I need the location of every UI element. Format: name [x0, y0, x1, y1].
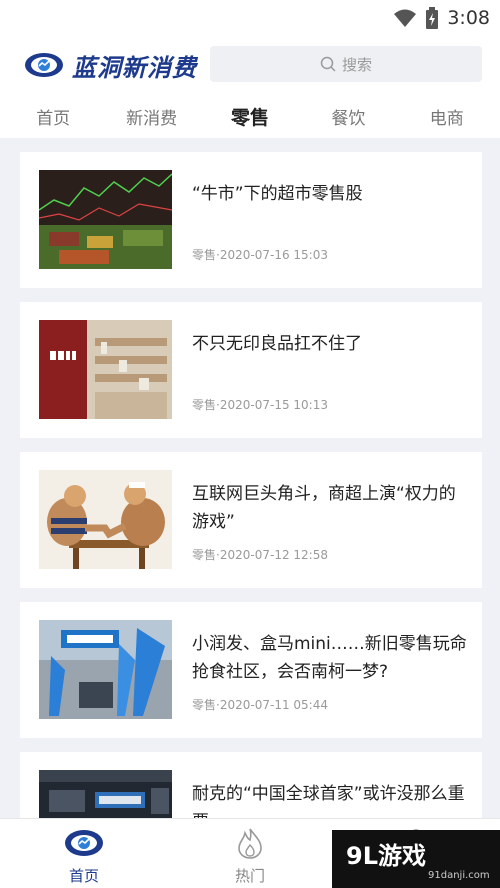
category-tabs: 首页 新消费 零售 餐饮 电商 [0, 98, 500, 134]
eye-logo-icon [65, 830, 103, 856]
article-card[interactable]: 不只无印良品扛不住了 零售·2020-07-15 10:13 [20, 302, 482, 438]
nav-hot-label: 热门 [234, 867, 265, 885]
battery-icon [426, 7, 439, 29]
watermark-banner: 9L游戏 91danji.com [332, 830, 500, 888]
logo-text: 蓝洞新消费 [72, 53, 197, 82]
tab-ecommerce[interactable]: 电商 [402, 104, 492, 129]
flame-icon [238, 828, 262, 859]
status-icons: 3:08 [393, 4, 490, 32]
article-meta: 零售·2020-07-16 15:03 [192, 246, 328, 263]
search-placeholder: 搜索 [341, 55, 372, 74]
article-category: 零售 [192, 548, 217, 562]
article-title: 不只无印良品扛不住了 [192, 334, 362, 354]
arm-wrestling-image [39, 470, 172, 569]
app-logo: 蓝洞新消费 [24, 50, 197, 82]
tab-home[interactable]: 首页 [8, 104, 98, 129]
article-meta: 零售·2020-07-11 05:44 [192, 696, 328, 713]
article-thumbnail [39, 620, 172, 719]
article-title: 小润发、盒马mini……新旧零售玩命抢食社区，会否南柯一梦? [192, 634, 467, 682]
article-card[interactable]: 互联网巨头角斗，商超上演“权力的游戏” 零售·2020-07-12 12:58 [20, 452, 482, 588]
article-date: 2020-07-11 05:44 [219, 698, 328, 712]
watermark-brand: 9L游戏 [346, 842, 426, 870]
article-title: “牛市”下的超市零售股 [192, 184, 363, 204]
tab-retail[interactable]: 零售 [205, 103, 295, 130]
article-feed: “牛市”下的超市零售股 零售·2020-07-16 15:03 不只无印良品扛不… [20, 152, 482, 888]
article-meta: 零售·2020-07-12 12:58 [192, 546, 328, 563]
article-date: 2020-07-12 12:58 [219, 548, 328, 562]
nav-hot[interactable]: 热门 [210, 827, 290, 886]
status-bar: 3:08 [0, 0, 500, 36]
article-thumbnail [39, 320, 172, 419]
article-category: 零售 [192, 248, 217, 262]
article-thumbnail [39, 170, 172, 269]
hema-store-image [39, 620, 172, 719]
article-card[interactable]: 小润发、盒马mini……新旧零售玩命抢食社区，会否南柯一梦? 零售·2020-0… [20, 602, 482, 738]
article-card[interactable]: “牛市”下的超市零售股 零售·2020-07-16 15:03 [20, 152, 482, 288]
search-icon [320, 56, 336, 72]
article-category: 零售 [192, 398, 217, 412]
wifi-icon [394, 9, 417, 27]
article-date: 2020-07-15 10:13 [219, 398, 328, 412]
article-category: 零售 [192, 698, 217, 712]
eye-logo-icon [25, 53, 63, 77]
muji-store-image [39, 320, 172, 419]
status-time: 3:08 [447, 7, 490, 29]
article-thumbnail [39, 470, 172, 569]
article-title: 互联网巨头角斗，商超上演“权力的游戏” [192, 484, 456, 532]
tab-new-consumption[interactable]: 新消费 [107, 104, 197, 129]
app-header: 蓝洞新消费 搜索 首页 新消费 零售 餐饮 电商 [0, 36, 500, 138]
stock-produce-image [39, 170, 172, 269]
nav-home[interactable]: 首页 [44, 827, 124, 886]
article-date: 2020-07-16 15:03 [219, 248, 328, 262]
search-bar[interactable]: 搜索 [210, 46, 482, 82]
tab-catering[interactable]: 餐饮 [303, 104, 393, 129]
watermark-url: 91danji.com [428, 870, 490, 881]
bottom-navigation: 首页 热门 9L游戏 91danji.com [0, 818, 500, 888]
nav-home-label: 首页 [68, 867, 99, 885]
article-meta: 零售·2020-07-15 10:13 [192, 396, 328, 413]
